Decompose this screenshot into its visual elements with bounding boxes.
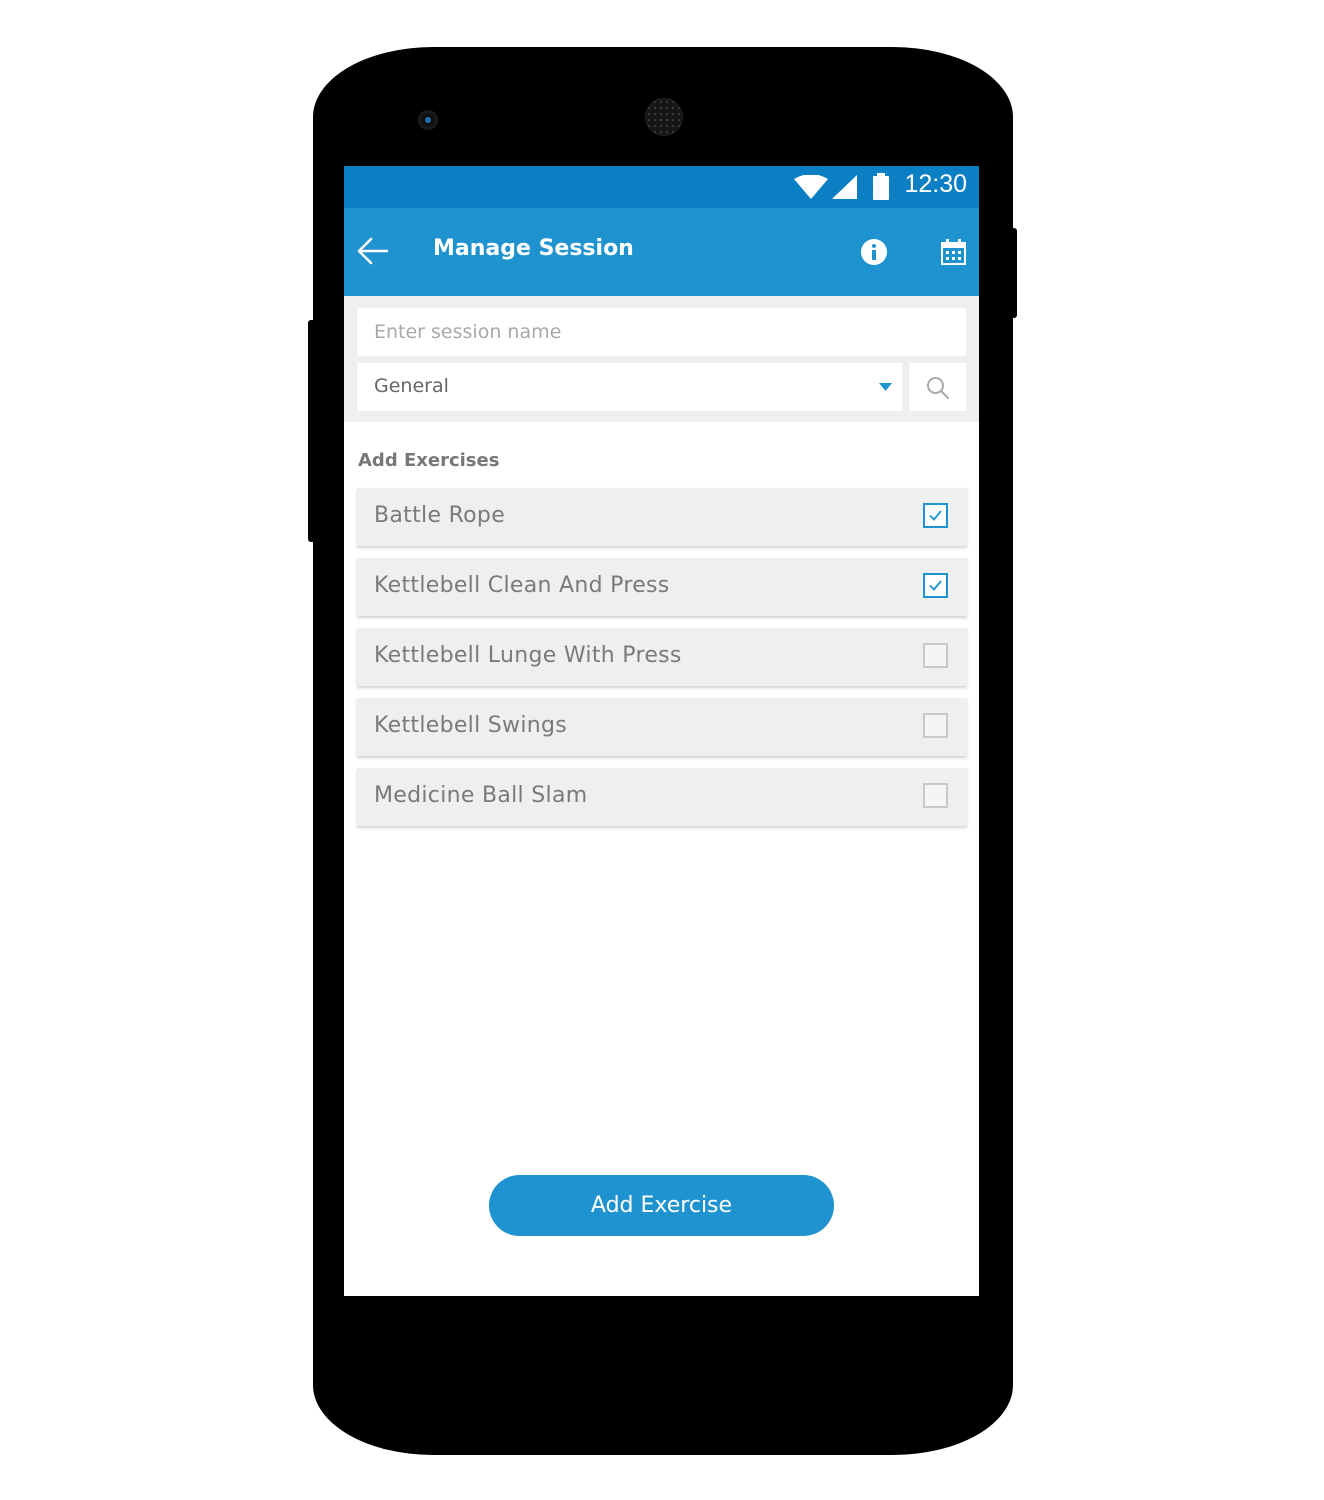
exercise-name: Medicine Ball Slam	[374, 783, 588, 808]
checkmark-icon	[929, 580, 942, 591]
add-exercise-button[interactable]: Add Exercise	[489, 1175, 834, 1236]
exercise-row[interactable]: Kettlebell Swings	[357, 698, 967, 756]
power-button	[1010, 228, 1017, 318]
exercise-checkbox[interactable]	[923, 783, 948, 808]
checkmark-icon	[929, 510, 942, 521]
exercise-checkbox[interactable]	[923, 643, 948, 668]
exercise-row[interactable]: Kettlebell Clean And Press	[357, 558, 967, 616]
battery-icon	[873, 173, 889, 200]
search-icon	[927, 377, 950, 400]
wifi-icon	[794, 175, 828, 199]
back-arrow-icon[interactable]	[357, 237, 389, 265]
exercise-name: Battle Rope	[374, 503, 506, 528]
calendar-icon[interactable]	[941, 239, 966, 265]
app-screen: 12:30 Manage Session General	[344, 166, 979, 1296]
session-form: General	[344, 296, 979, 422]
exercise-row[interactable]: Kettlebell Lunge With Press	[357, 628, 967, 686]
category-dropdown[interactable]: General	[357, 363, 902, 411]
exercise-list: Battle Rope Kettlebell Clean And Press K…	[357, 488, 967, 838]
earpiece-speaker	[645, 98, 683, 136]
exercise-row[interactable]: Medicine Ball Slam	[357, 768, 967, 826]
exercise-checkbox[interactable]	[923, 503, 948, 528]
exercise-row[interactable]: Battle Rope	[357, 488, 967, 546]
dropdown-arrow-icon	[879, 383, 892, 391]
exercise-name: Kettlebell Swings	[374, 713, 568, 738]
exercise-checkbox[interactable]	[923, 573, 948, 598]
app-bar: Manage Session	[344, 208, 979, 296]
volume-button	[308, 320, 316, 542]
status-bar: 12:30	[344, 166, 979, 208]
page-title: Manage Session	[433, 236, 634, 261]
category-selected-value: General	[374, 375, 449, 397]
front-camera	[418, 110, 438, 130]
search-button[interactable]	[909, 363, 966, 411]
exercise-checkbox[interactable]	[923, 713, 948, 738]
section-title: Add Exercises	[358, 450, 500, 471]
session-name-input[interactable]	[357, 308, 966, 356]
cellular-signal-icon	[832, 175, 857, 199]
info-icon[interactable]	[861, 239, 887, 265]
exercise-name: Kettlebell Clean And Press	[374, 573, 670, 598]
exercise-name: Kettlebell Lunge With Press	[374, 643, 682, 668]
status-time: 12:30	[904, 170, 967, 198]
